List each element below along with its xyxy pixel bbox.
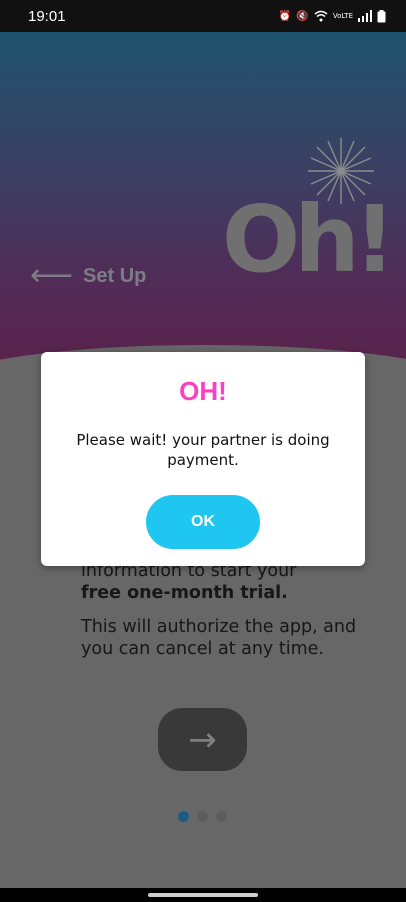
dialog-message: Please wait! your partner is doing payme… [76, 431, 330, 469]
screen: 19:01 ⏰ 🔇 VoLTE ⟵ Set Up Oh! information… [0, 0, 406, 902]
mute-icon: 🔇 [296, 10, 309, 22]
status-time: 19:01 [28, 7, 66, 25]
status-bar: 19:01 ⏰ 🔇 VoLTE [0, 0, 406, 32]
status-icons: ⏰ 🔇 VoLTE [278, 9, 386, 23]
signal-icon [358, 10, 372, 22]
alarm-icon: ⏰ [278, 10, 292, 22]
battery-icon [377, 9, 386, 22]
ok-button[interactable]: OK [146, 495, 260, 549]
dialog-title: OH! [179, 376, 227, 406]
alert-dialog: OH! Please wait! your partner is doing p… [41, 352, 365, 566]
wifi-icon [314, 10, 328, 22]
volte-icon: VoLTE [332, 12, 353, 20]
home-gesture-pill[interactable] [148, 893, 258, 897]
